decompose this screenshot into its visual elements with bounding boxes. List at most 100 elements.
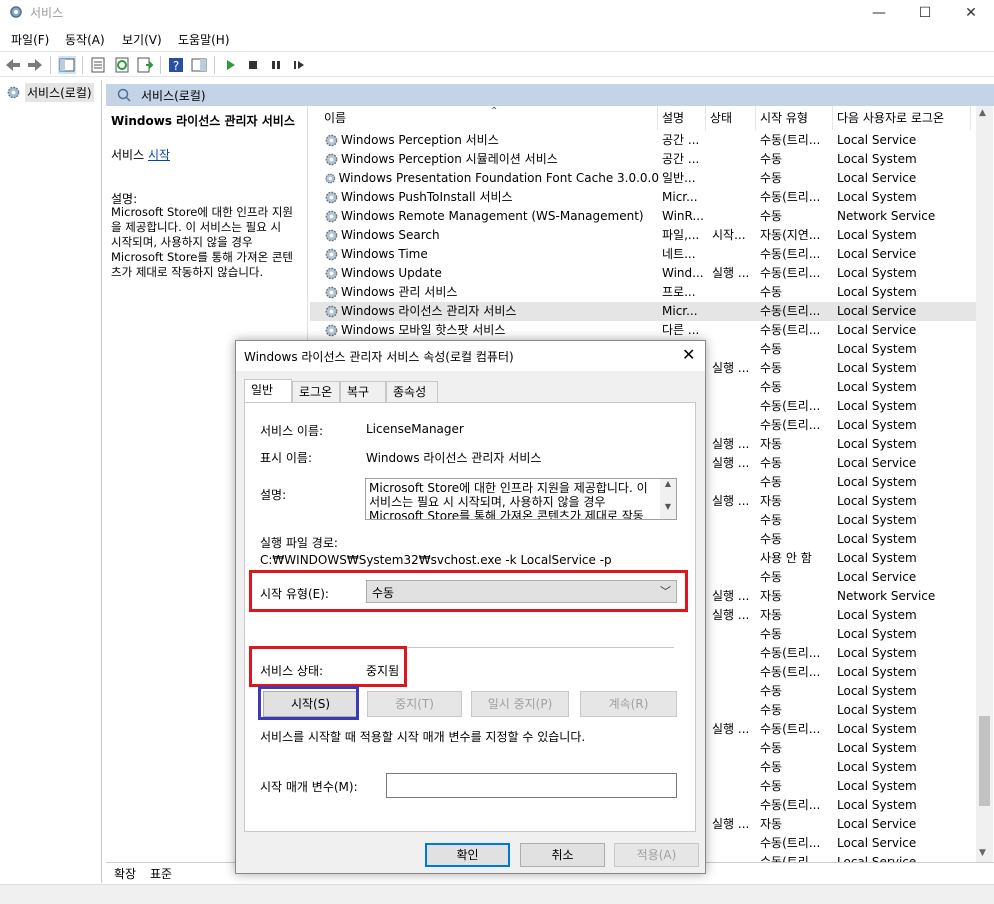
console-tree-icon[interactable] (58, 56, 76, 74)
scroll-down-icon[interactable]: ▼ (660, 502, 676, 511)
service-status-cell (712, 283, 756, 302)
cancel-button[interactable]: 취소 (520, 843, 605, 867)
service-row[interactable]: Windows Time 네트... 수동(트리... Local Service (310, 245, 976, 264)
tab-logon[interactable]: 로그온 (292, 381, 340, 403)
service-row[interactable]: Windows 모바일 핫스팟 서비스 다른 ... 수동(트리... Local S… (310, 321, 976, 340)
service-row[interactable]: Windows PushToInstall 서비스 Micr... 수동(트리...… (310, 188, 976, 207)
menu-view[interactable]: 보기(V) (122, 31, 162, 48)
service-gear-icon (325, 305, 338, 318)
service-startup-cell: 사용 안 함 (760, 551, 812, 565)
service-startup-cell: 수동 (760, 361, 783, 375)
start-service-link[interactable]: 시작 (148, 148, 170, 162)
service-row[interactable]: Windows Update Wind... 실행 ... 수동(트리... Local… (310, 264, 976, 283)
services-gear-icon (7, 86, 20, 98)
close-window-button[interactable]: ✕ (948, 2, 994, 24)
service-name: Windows Update (341, 266, 442, 280)
pane-header-title: 서비스(로컬) (141, 89, 206, 103)
service-description-cell: WinR... (662, 209, 704, 223)
service-row[interactable]: Windows Perception 서비스 공간 ... 수동(트리... Loca… (310, 131, 976, 150)
tab-standard[interactable]: 표준 (150, 865, 172, 882)
description-line: 츠가 제대로 작동하지 않습니다. (111, 265, 264, 279)
start-parameters-label: 시작 매개 변수(M): (260, 780, 358, 794)
forward-arrow-icon[interactable] (26, 56, 44, 74)
service-startup-cell: 수동(트리... (760, 304, 821, 318)
description-scrollbar[interactable]: ▲ ▼ (660, 479, 676, 519)
service-startup-cell: 수동 (760, 456, 783, 470)
export-list-icon[interactable] (136, 56, 154, 74)
description-line: Microsoft Store에 대한 인프라 지원 (111, 205, 293, 219)
resume-service-button[interactable]: 계속(R) (580, 691, 677, 717)
service-startup-cell: 수동(트리... (760, 399, 821, 413)
service-startup-cell: 수동 (760, 342, 783, 356)
service-row[interactable]: Windows 라이선스 관리자 서비스 Micr... 수동(트리... Local… (310, 302, 976, 321)
service-status-cell (712, 701, 756, 720)
refresh-icon[interactable] (113, 56, 131, 74)
service-status-cell: 실행 ... (712, 608, 750, 622)
play-icon[interactable] (221, 56, 239, 74)
service-startup-cell: 수동 (760, 703, 783, 717)
start-parameters-input[interactable] (386, 773, 677, 798)
action-pane-icon[interactable] (190, 56, 208, 74)
tab-general[interactable]: 일반 (244, 379, 292, 403)
service-status-cell (712, 549, 756, 568)
service-status-cell (712, 131, 756, 150)
column-header-log-on-as[interactable]: 다음 사용자로 로그온 (833, 106, 971, 130)
scrollbar-thumb[interactable] (979, 716, 990, 806)
tree-node-services-local[interactable]: 서비스(로컬) (6, 82, 94, 102)
column-header-startup-type[interactable]: 시작 유형 (756, 106, 833, 130)
properties-icon[interactable] (89, 56, 107, 74)
service-startup-cell: 수동(트리... (760, 133, 821, 147)
service-logon-cell: Local Service (837, 456, 917, 470)
column-header-status[interactable]: 상태 (706, 106, 756, 130)
description-line: 시작되며, 사용하지 않을 경우 (111, 235, 253, 249)
minimize-button[interactable]: — (856, 2, 902, 24)
display-name-value: Windows 라이선스 관리자 서비스 (366, 451, 542, 465)
service-logon-cell: Local Service (837, 817, 917, 831)
menu-action[interactable]: 동작(A) (65, 31, 105, 48)
executable-path-value: C:₩WINDOWS₩System32₩svchost.exe -k Local… (260, 553, 612, 567)
service-name: Windows Search (341, 228, 440, 242)
service-logon-cell: Local System (837, 399, 917, 413)
pause-service-button[interactable]: 일시 중지(P) (471, 691, 569, 717)
service-logon-cell: Local System (837, 342, 917, 356)
list-vertical-scrollbar[interactable]: ▲ ▼ (976, 106, 993, 863)
column-header-description[interactable]: 설명 (658, 106, 706, 130)
service-row[interactable]: Windows Presentation Foundation Font Cac… (310, 169, 976, 188)
description-label: 설명: (260, 488, 287, 502)
maximize-button[interactable]: ☐ (902, 2, 948, 24)
scroll-up-icon[interactable]: ▲ (979, 108, 986, 118)
sort-ascending-icon: ⌃ (490, 106, 499, 117)
service-startup-cell: 수동 (760, 285, 783, 299)
stop-service-button[interactable]: 중지(T) (367, 691, 462, 717)
column-header-name[interactable]: 이름 ⌃ (320, 106, 658, 130)
service-logon-cell: Local System (837, 266, 917, 280)
service-gear-icon (325, 134, 338, 147)
scroll-down-icon[interactable]: ▼ (979, 848, 986, 858)
service-startup-cell: 수동(트리... (760, 665, 821, 679)
pause-icon[interactable] (267, 56, 285, 74)
service-startup-cell: 수동(트리... (760, 323, 821, 337)
service-row[interactable]: Windows Perception 시뮬레이션 서비스 공간 ... 수동 Loca… (310, 150, 976, 169)
service-logon-cell: Local System (837, 665, 917, 679)
service-name-value: LicenseManager (366, 422, 464, 436)
service-row[interactable]: Windows 관리 서비스 프로... 수동 Local System (310, 283, 976, 302)
stop-icon[interactable] (244, 56, 262, 74)
restart-icon[interactable] (290, 56, 308, 74)
back-arrow-icon[interactable] (4, 56, 22, 74)
service-status-cell (712, 416, 756, 435)
help-icon[interactable]: ? (167, 56, 185, 74)
apply-button[interactable]: 적용(A) (614, 843, 699, 867)
service-row[interactable]: Windows Remote Management (WS-Management… (310, 207, 976, 226)
tab-dependencies[interactable]: 종속성 (386, 381, 438, 403)
service-logon-cell: Local System (837, 703, 917, 717)
scroll-up-icon[interactable]: ▲ (660, 479, 676, 488)
menu-help[interactable]: 도움말(H) (178, 31, 230, 48)
dialog-close-button[interactable]: ✕ (682, 345, 695, 364)
service-row[interactable]: Windows Search 파일,... 시작... 자동(지연... Local S… (310, 226, 976, 245)
service-gear-icon (325, 191, 338, 204)
tab-recovery[interactable]: 복구 (340, 381, 386, 403)
tab-extended[interactable]: 확장 (114, 865, 136, 882)
ok-button[interactable]: 확인 (425, 843, 510, 867)
description-textbox[interactable]: Microsoft Store에 대한 인프라 지원을 제공합니다. 이 서비스… (365, 478, 677, 520)
menu-file[interactable]: 파일(F) (11, 31, 49, 48)
